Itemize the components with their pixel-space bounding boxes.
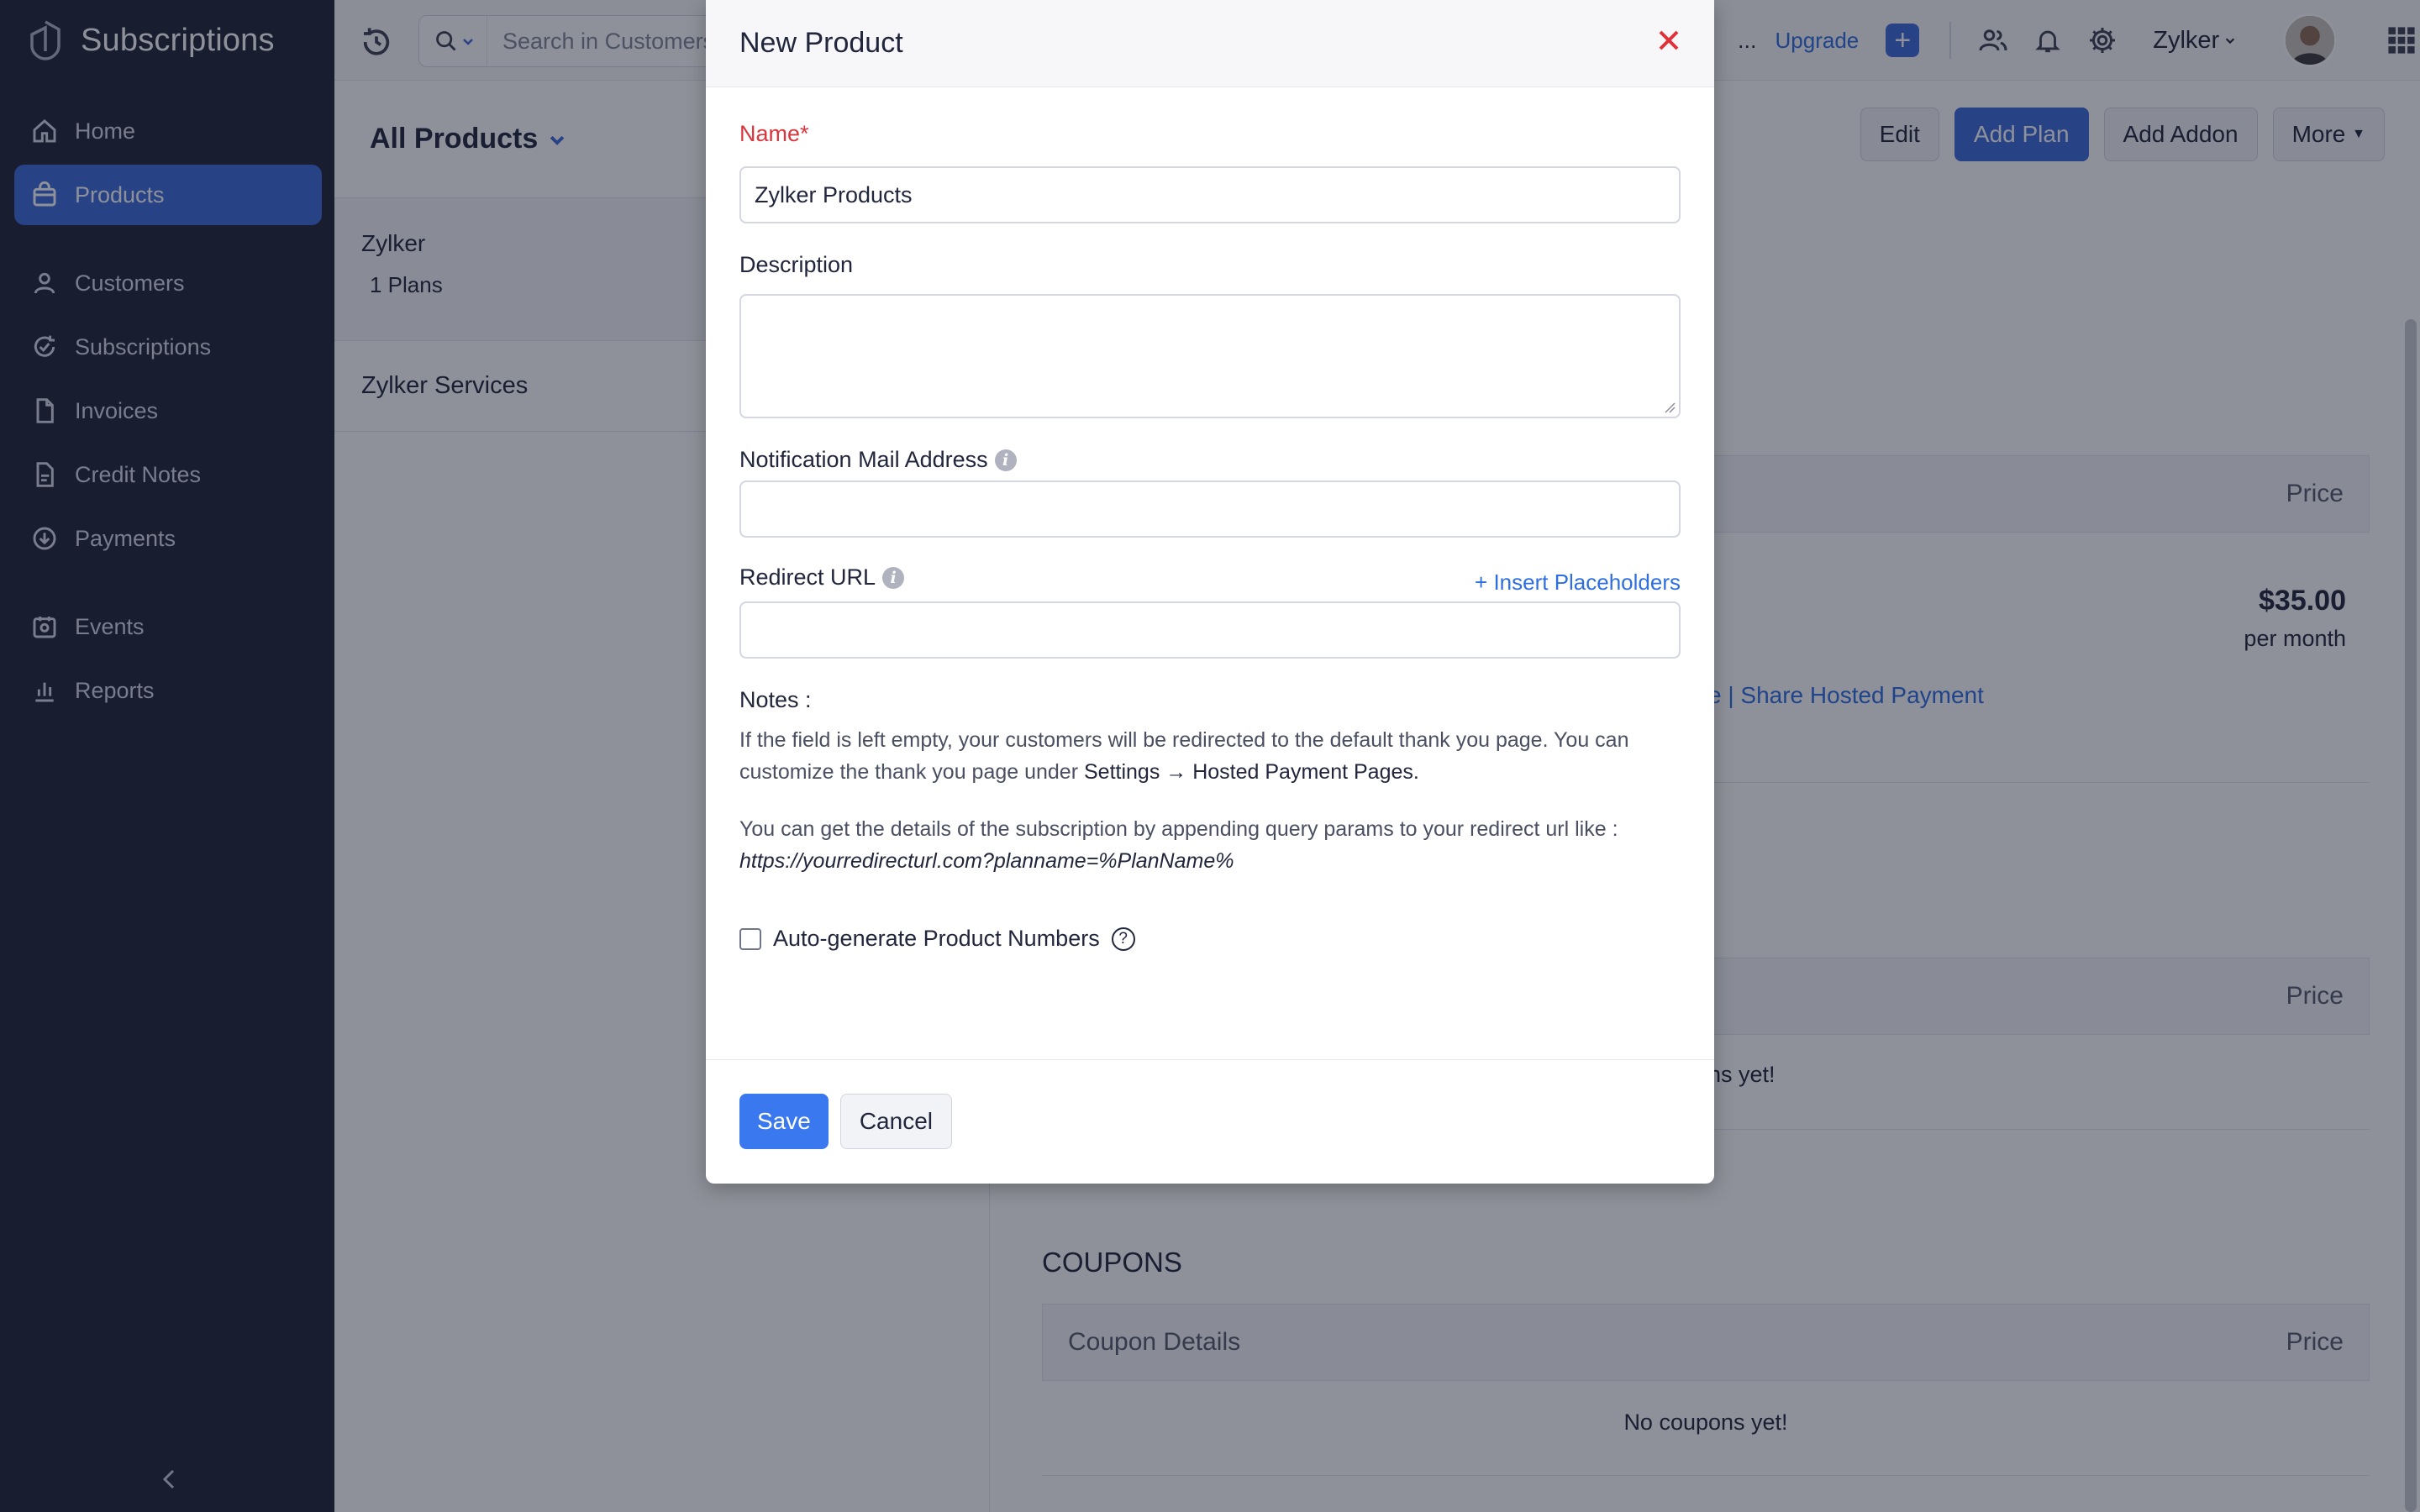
modal-header: New Product (706, 0, 1714, 87)
redirect-label-row: Redirect URL i (739, 564, 905, 591)
close-icon (1659, 30, 1679, 50)
modal-actions: Save Cancel (739, 1094, 952, 1149)
name-field-value: Zylker Products (755, 181, 913, 207)
autogen-label[interactable]: Auto-generate Product Numbers (773, 926, 1100, 952)
name-field[interactable]: Zylker Products (739, 166, 1681, 223)
redirect-url-field[interactable] (739, 601, 1681, 659)
modal-title: New Product (739, 27, 903, 59)
note-paragraph-2: You can get the details of the subscript… (739, 813, 1681, 877)
name-label: Name* (739, 121, 809, 146)
close-button[interactable] (1654, 25, 1684, 55)
redirect-example-url: https://yourredirecturl.com?planname=%Pl… (739, 849, 1234, 873)
redirect-label: Redirect URL (739, 564, 876, 590)
notification-label-row: Notification Mail Address i (739, 447, 1017, 473)
modal-footer: Save Cancel (706, 1059, 1714, 1184)
autogen-checkbox[interactable] (739, 927, 761, 950)
info-icon[interactable]: i (882, 566, 905, 589)
description-field[interactable] (739, 294, 1681, 418)
description-label: Description (739, 252, 854, 277)
new-product-modal: New Product Name* Zylker Products Descri… (706, 0, 1714, 1184)
resize-handle-icon[interactable] (1662, 400, 1676, 413)
cancel-button[interactable]: Cancel (839, 1094, 952, 1149)
autogen-row: Auto-generate Product Numbers ? (739, 926, 1135, 952)
note-paragraph-1: If the field is left empty, your custome… (739, 724, 1681, 788)
note-text: You can get the details of the subscript… (739, 817, 1618, 841)
info-icon[interactable]: i (994, 449, 1017, 471)
notification-email-field[interactable] (739, 480, 1681, 538)
help-icon[interactable]: ? (1111, 927, 1135, 951)
save-button[interactable]: Save (739, 1094, 829, 1149)
insert-placeholders-link[interactable]: + Insert Placeholders (1475, 570, 1681, 596)
notes-title: Notes : (739, 687, 812, 712)
settings-path-text: Settings → Hosted Payment Pages. (1084, 760, 1419, 784)
notification-label: Notification Mail Address (739, 447, 988, 472)
